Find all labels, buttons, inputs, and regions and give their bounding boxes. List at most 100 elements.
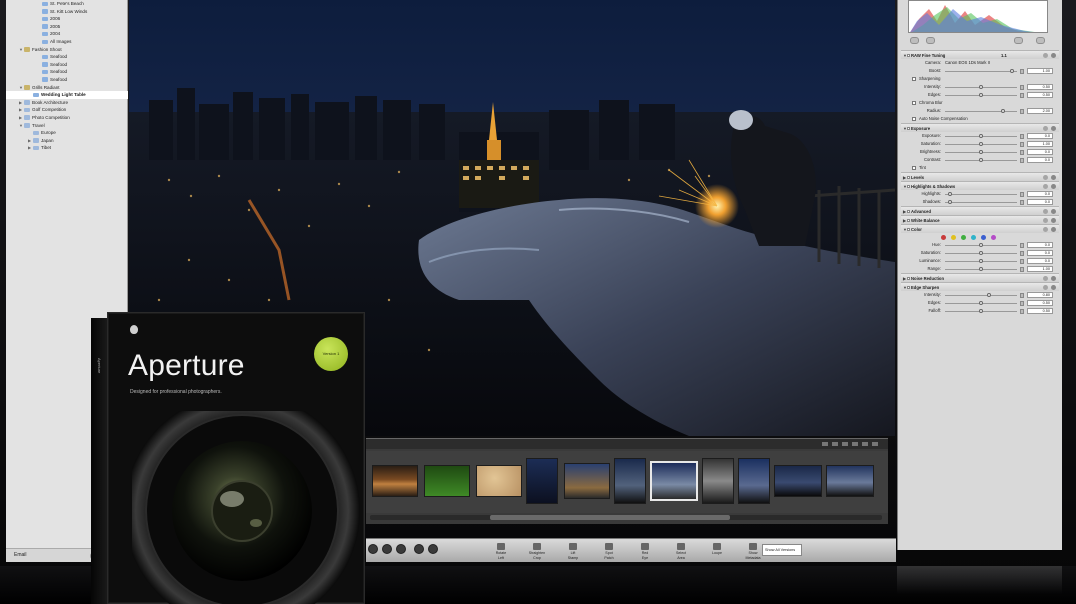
slider-knob[interactable] [979, 149, 983, 154]
parameter-stepper[interactable] [1020, 266, 1024, 272]
parameter-value-field[interactable]: 1.00 [1027, 266, 1053, 272]
library-item[interactable]: ▶ Golf Competition [6, 106, 128, 114]
gear-icon[interactable] [1051, 126, 1056, 131]
parameter-value-field[interactable]: 0.0 [1027, 191, 1053, 197]
slider-knob[interactable] [979, 84, 983, 89]
thumbnail[interactable] [774, 465, 822, 497]
color-swatch[interactable] [951, 234, 956, 240]
library-item[interactable]: Seafood [6, 76, 128, 84]
parameter-value-field[interactable]: 0.0 [1027, 157, 1053, 163]
color-swatch[interactable] [991, 234, 996, 240]
gear-icon[interactable] [1051, 218, 1056, 223]
parameter-value-field[interactable]: 0.50 [1027, 300, 1053, 306]
library-item[interactable]: St. Kitt Low Winds [6, 8, 128, 16]
library-item[interactable]: 2006 [6, 15, 128, 23]
section-enable-checkbox[interactable] [907, 209, 910, 213]
adjustment-section-header[interactable]: ▼ Edge Sharpen [901, 282, 1059, 291]
library-item[interactable]: ▶ Tibet [6, 144, 128, 152]
section-enable-checkbox[interactable] [907, 285, 910, 289]
parameter-slider[interactable] [945, 149, 1017, 154]
parameter-slider[interactable] [945, 266, 1017, 271]
gear-icon[interactable] [1051, 285, 1056, 290]
parameter-slider[interactable] [945, 250, 1017, 255]
reset-icon[interactable] [1043, 184, 1048, 189]
checkbox[interactable] [912, 166, 916, 170]
adjustment-section-header[interactable]: ▼ RAW Fine Tuning 1.1 [901, 50, 1059, 59]
parameter-stepper[interactable] [1020, 292, 1024, 298]
view-mode-icon[interactable] [382, 544, 392, 554]
adjustment-section-header[interactable]: ▼ Color [901, 224, 1059, 233]
gear-icon[interactable] [1051, 53, 1056, 58]
parameter-value-field[interactable]: 0.50 [1027, 92, 1053, 98]
section-enable-checkbox[interactable] [907, 276, 910, 280]
library-item[interactable]: 2004 [6, 30, 128, 38]
slider-knob[interactable] [979, 300, 983, 305]
slider-knob[interactable] [979, 266, 983, 271]
tool-button[interactable]: Loupe [704, 542, 730, 556]
adjustment-checkbox-row[interactable]: Auto Noise Compensation [901, 115, 1059, 123]
adjustment-section-header[interactable]: ▶ Advanced [901, 206, 1059, 215]
library-item[interactable]: 2005 [6, 23, 128, 31]
adjustment-checkbox-row[interactable]: Sharpening [901, 75, 1059, 83]
parameter-value-field[interactable]: 0.0 [1027, 242, 1053, 248]
slider-knob[interactable] [979, 92, 983, 97]
tool-button[interactable]: Select Area [668, 542, 694, 560]
parameter-stepper[interactable] [1020, 300, 1024, 306]
reset-icon[interactable] [1043, 209, 1048, 214]
slider-knob[interactable] [979, 141, 983, 146]
slider-knob[interactable] [979, 133, 983, 138]
versions-field[interactable]: Show All Versions [762, 544, 802, 556]
parameter-stepper[interactable] [1020, 133, 1024, 139]
reset-icon[interactable] [1043, 126, 1048, 131]
library-item[interactable]: Europe [6, 129, 128, 137]
library-item[interactable]: ▶ Photo Competition [6, 114, 128, 122]
parameter-slider[interactable] [945, 191, 1017, 196]
slider-knob[interactable] [979, 250, 983, 255]
library-item[interactable]: St. Pete's Beach [6, 0, 128, 8]
checkbox[interactable] [912, 117, 916, 121]
reset-icon[interactable] [1043, 285, 1048, 290]
color-swatch[interactable] [961, 234, 966, 240]
section-enable-checkbox[interactable] [907, 184, 910, 188]
parameter-value-field[interactable]: 2.00 [1027, 108, 1053, 114]
library-item[interactable]: Seafood [6, 61, 128, 69]
slider-knob[interactable] [948, 199, 953, 204]
parameter-value-field[interactable]: 0.0 [1027, 199, 1053, 205]
view-mode-icon[interactable] [396, 544, 406, 554]
slider-knob[interactable] [1000, 108, 1005, 113]
tool-button[interactable]: Lift Stamp [560, 542, 586, 560]
parameter-slider[interactable] [945, 141, 1017, 146]
eyedropper-icon[interactable] [910, 37, 919, 44]
parameter-value-field[interactable]: 0.80 [1027, 292, 1053, 298]
library-item[interactable]: Wedding Light Table [6, 91, 128, 99]
tool-button[interactable]: Spot Patch [596, 542, 622, 560]
scrollbar-thumb[interactable] [490, 515, 730, 520]
parameter-stepper[interactable] [1020, 199, 1024, 205]
thumbnail[interactable] [476, 465, 522, 497]
section-enable-checkbox[interactable] [907, 218, 910, 222]
color-swatch[interactable] [941, 234, 946, 240]
checkbox[interactable] [912, 101, 916, 105]
section-enable-checkbox[interactable] [907, 126, 910, 130]
reset-icon[interactable] [1043, 53, 1048, 58]
parameter-stepper[interactable] [1020, 250, 1024, 256]
adjustment-checkbox-row[interactable]: Tint [901, 164, 1059, 172]
parameter-value-field[interactable]: 1.00 [1027, 141, 1053, 147]
parameter-value-field[interactable]: 0.0 [1027, 133, 1053, 139]
gear-icon[interactable] [1051, 184, 1056, 189]
parameter-stepper[interactable] [1020, 108, 1024, 114]
tool-button[interactable]: Rotate Left [488, 542, 514, 560]
parameter-stepper[interactable] [1020, 191, 1024, 197]
adjustment-section-header[interactable]: ▼ Highlights & Shadows [901, 181, 1059, 190]
adjustment-checkbox-row[interactable]: Chroma Blur [901, 99, 1059, 107]
viewer-mode-icon[interactable] [428, 544, 438, 554]
thumbnail[interactable] [702, 458, 734, 504]
slider-knob[interactable] [948, 191, 953, 196]
slider-knob[interactable] [1010, 68, 1015, 73]
filmstrip-scrollbar[interactable] [370, 515, 882, 520]
parameter-stepper[interactable] [1020, 258, 1024, 264]
parameter-value-field[interactable]: 0.50 [1027, 308, 1053, 314]
parameter-stepper[interactable] [1020, 68, 1024, 74]
add-adjustment-icon[interactable] [926, 37, 935, 44]
parameter-slider[interactable] [945, 300, 1017, 305]
